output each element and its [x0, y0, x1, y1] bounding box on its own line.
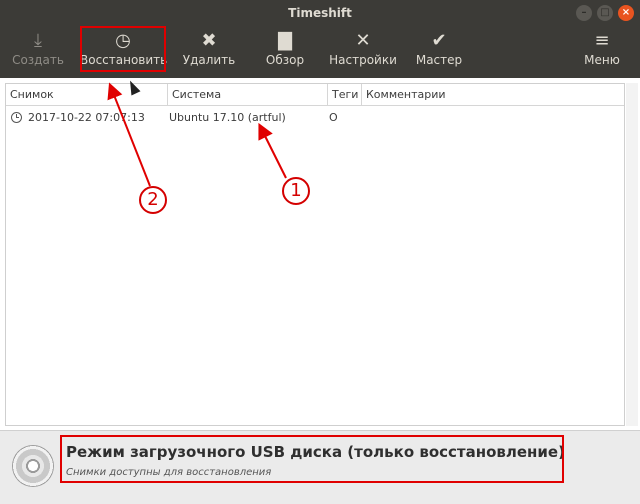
close-circle-icon: ✖ [201, 30, 217, 51]
column-header-system[interactable]: Система [168, 84, 328, 105]
browse-label: Обзор [265, 53, 305, 67]
hamburger-icon: ≡ [594, 30, 610, 51]
annotation-badge-1: 1 [282, 177, 310, 205]
column-header-tags[interactable]: Теги [328, 84, 362, 105]
maximize-button[interactable]: □ [597, 5, 613, 21]
tools-icon: ✕ [355, 30, 371, 51]
menu-button[interactable]: ≡ Меню [574, 30, 630, 74]
folder-icon: ▇ [278, 30, 292, 51]
settings-label: Настройки [329, 53, 397, 67]
window-title: Timeshift [288, 6, 352, 20]
wizard-label: Мастер [415, 53, 463, 67]
snapshot-date: 2017-10-22 07:07:13 [28, 111, 145, 124]
snapshot-tags: O [329, 111, 338, 124]
restore-highlight-box [80, 26, 166, 72]
snapshot-list[interactable]: Снимок Система Теги Комментарии 2017-10-… [5, 83, 625, 426]
checkmark-icon: ✔ [431, 30, 447, 51]
list-side-area [626, 83, 638, 426]
column-header-comments[interactable]: Комментарии [362, 84, 624, 105]
menu-label: Меню [584, 53, 620, 67]
disc-icon [12, 445, 54, 487]
status-highlight-box [60, 435, 564, 483]
snapshot-clock-icon [11, 112, 22, 123]
close-button[interactable]: × [618, 5, 634, 21]
table-row[interactable]: 2017-10-22 07:07:13 Ubuntu 17.10 (artful… [6, 108, 624, 128]
annotation-badge-2: 2 [139, 186, 167, 214]
column-header-snapshot[interactable]: Снимок [6, 84, 168, 105]
create-label: Создать [12, 53, 64, 67]
create-button[interactable]: ⤓ Создать [8, 30, 68, 74]
settings-button[interactable]: ✕ Настройки [326, 30, 400, 74]
snapshot-system: Ubuntu 17.10 (artful) [169, 111, 286, 124]
title-bar: Timeshift – □ × [0, 0, 640, 26]
window-controls: – □ × [576, 5, 634, 21]
minimize-button[interactable]: – [576, 5, 592, 21]
browse-button[interactable]: ▇ Обзор [256, 30, 314, 74]
delete-label: Удалить [182, 53, 236, 67]
table-header: Снимок Система Теги Комментарии [6, 84, 624, 106]
delete-button[interactable]: ✖ Удалить [178, 30, 240, 74]
wizard-button[interactable]: ✔ Мастер [410, 30, 468, 74]
download-icon: ⤓ [34, 30, 42, 51]
